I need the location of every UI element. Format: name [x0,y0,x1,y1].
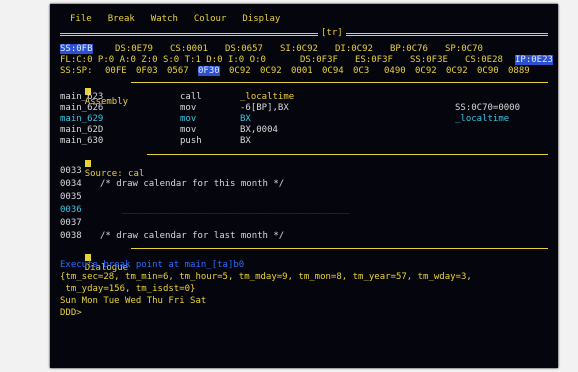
asm-address: main_629 [60,114,104,124]
source-text: /* draw calendar for last month */ [100,231,285,241]
register-field[interactable]: SI:0C92 [280,44,318,54]
source-line[interactable]: 0034 /* draw calendar for this month */ [60,179,548,189]
stack-word[interactable]: 00FE [105,66,127,76]
registers-line-2: FL:C:0 P:0 A:0 Z:0 S:0 T:1 D:0 I:0 O:0 D… [60,55,553,65]
menu-watch[interactable]: Watch [151,14,178,26]
register-field[interactable]: DI:0C92 [335,44,373,54]
asm-arg: -6[BP],BX [240,103,289,113]
register-field[interactable]: IP:0E23 [515,55,553,65]
stack-word[interactable]: 0C94 [322,66,344,76]
assembly-rule [60,82,548,83]
dialogue-title: Dialogue [60,243,132,273]
dialogue-line: Sun Mon Tue Wed Thu Fri Sat [60,296,207,306]
register-field[interactable]: SS:0FB [60,44,93,54]
dialogue-rule [60,248,548,249]
source-line[interactable]: 0033 [60,166,548,176]
dialogue-line: Execute break point at main_[ta]b0 [60,260,245,270]
asm-extra: _localtime [455,114,510,124]
source-line-number: 0037 [60,218,82,228]
asm-arg: BX [240,136,251,146]
stack-word[interactable]: 0567 [167,66,189,76]
source-line[interactable]: 0035 [60,192,548,202]
register-field[interactable]: BP:0C76 [390,44,428,54]
source-line-number: 0033 [60,166,82,176]
source-line[interactable]: 0037 [60,218,548,228]
assembly-row-current[interactable]: main_629 mov BX _localtime [60,114,548,124]
asm-arg: BX [240,114,251,124]
asm-op: push [180,136,202,146]
source-title: Source: cal [60,149,148,179]
stack-word[interactable]: 0C90 [477,66,499,76]
register-field[interactable]: ES:0F3F [355,55,393,65]
register-field[interactable]: CS:0001 [170,44,208,54]
registers-line-3: SS:SP: 00FE 0F03 0567 0F30 0C92 0C92 000… [60,66,548,76]
stack-word[interactable]: 0C92 [229,66,251,76]
assembly-title: Assembly [60,77,132,107]
stack-word[interactable]: 0C92 [446,66,468,76]
flags-field[interactable]: FL:C:0 P:0 A:0 Z:0 S:0 T:1 D:0 I:0 O:0 [60,55,266,65]
asm-address: main_623 [60,92,104,102]
source-line-number: 0038 [60,231,82,241]
menu-file[interactable]: File [70,14,92,26]
menu-display[interactable]: Display [242,14,280,26]
menu-bar: File Break Watch Colour Display [70,14,280,26]
window-tag: [tr] [318,28,346,38]
asm-address: main_62D [60,125,104,135]
source-line[interactable]: 0038 /* draw calendar for last month */ [60,231,548,241]
registers-line-1: SS:0FB DS:0E79 CS:0001 DS:0657 SI:0C92 D… [60,44,548,54]
dialogue-line: tm_yday=156, tm_isdst=0} [60,284,196,294]
register-field[interactable]: DS:0E79 [115,44,153,54]
asm-arg: _localtime [240,92,295,102]
stack-word[interactable]: 0C92 [415,66,437,76]
assembly-row[interactable]: main_626 mov -6[BP],BX SS:0C70=0000 [60,103,548,113]
stack-word[interactable]: 0F03 [136,66,158,76]
stack-word[interactable]: 0889 [508,66,530,76]
stack-word[interactable]: 0001 [291,66,313,76]
debugger-screen: File Break Watch Colour Display [tr] SS:… [50,4,558,368]
stack-word[interactable]: 0F30 [198,66,220,76]
assembly-row[interactable]: main_630 push BX [60,136,548,146]
asm-extra: SS:0C70=0000 [455,103,521,113]
register-field[interactable]: SS:0F3E [410,55,448,65]
source-text: ________________________________________… [100,205,350,215]
source-line-number: 0035 [60,192,82,202]
register-field[interactable]: DS:0F3F [300,55,338,65]
source-line-current[interactable]: 0036 ___________________________________… [60,205,548,215]
asm-op: mov [180,114,197,124]
source-line-number: 0036 [60,205,82,215]
top-rule [60,33,548,34]
top-rule-2 [60,35,548,36]
menu-colour[interactable]: Colour [194,14,227,26]
assembly-row[interactable]: main_623 call _localtime [60,92,548,102]
stack-label: SS:SP: [60,66,93,76]
assembly-row[interactable]: main_62D mov BX,0004 [60,125,548,135]
source-line-number: 0034 [60,179,82,189]
command-prompt[interactable]: DDD> [60,308,548,318]
source-text: /* draw calendar for this month */ [100,179,285,189]
asm-arg: BX,0004 [240,125,278,135]
stack-word[interactable]: 0C92 [260,66,282,76]
menu-break[interactable]: Break [108,14,135,26]
asm-op: mov [180,103,197,113]
asm-address: main_630 [60,136,104,146]
dialogue-line: {tm_sec=28, tm_min=6, tm_hour=5, tm_mday… [60,272,472,282]
asm-op: mov [180,125,197,135]
asm-op: call [180,92,202,102]
register-field[interactable]: SP:0C70 [445,44,483,54]
register-field[interactable]: CS:0E28 [465,55,503,65]
asm-address: main_626 [60,103,104,113]
stack-word[interactable]: 0490 [384,66,406,76]
register-field[interactable]: DS:0657 [225,44,263,54]
stack-word[interactable]: 0C3 [353,66,369,76]
